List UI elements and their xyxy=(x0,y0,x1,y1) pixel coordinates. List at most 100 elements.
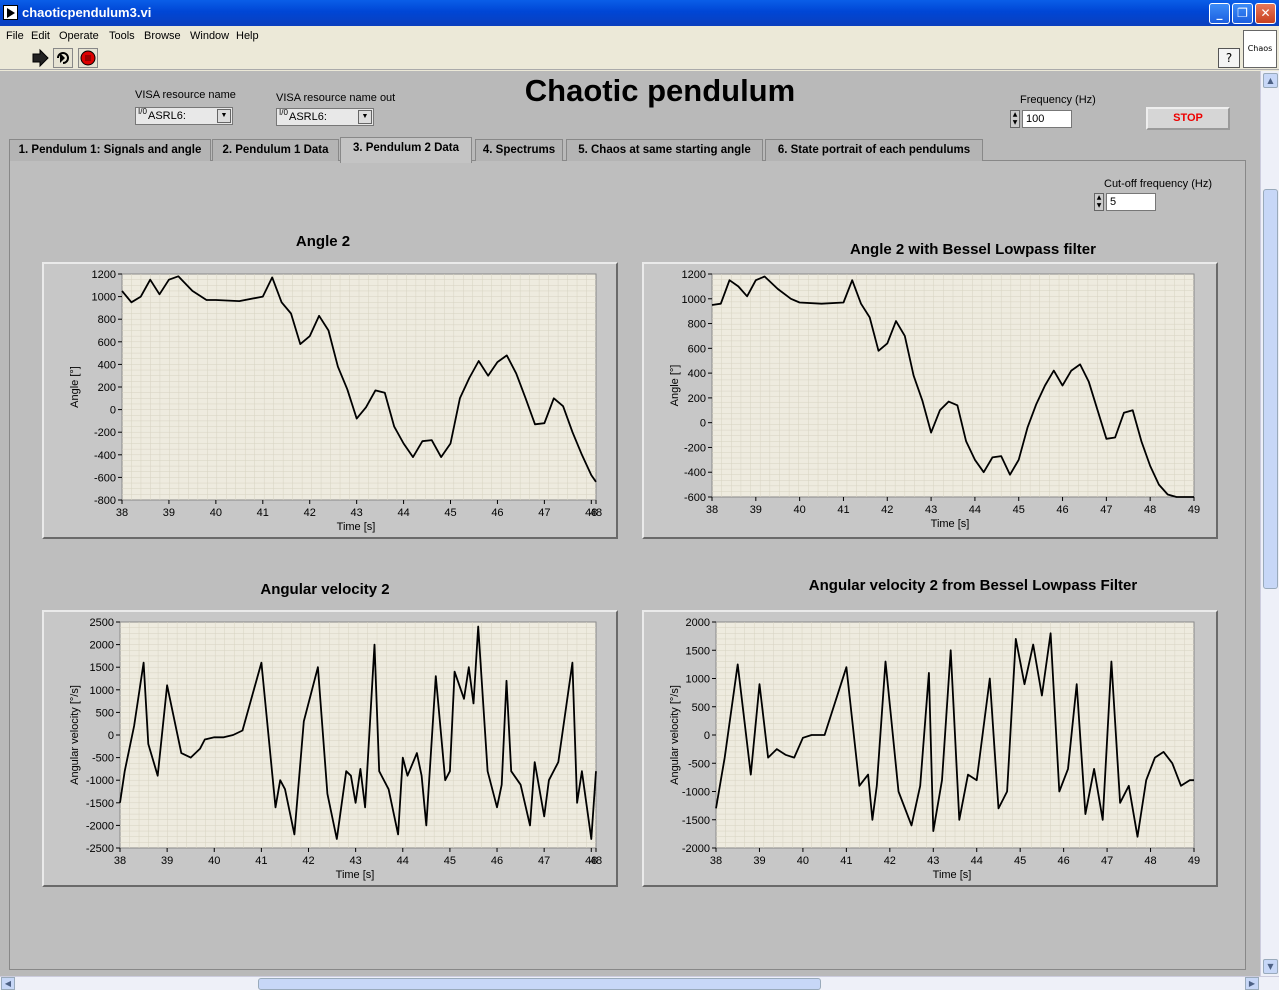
x-tick-label: 41 xyxy=(257,507,269,519)
y-tick-label: 2500 xyxy=(90,617,114,629)
y-tick-label: 400 xyxy=(688,368,706,380)
chart-angle-2[interactable]: 1200 1000 800 600 400 200 0 -200 -400 -600 -800 38 3… xyxy=(42,262,618,539)
tab-pendulum-1-signals[interactable]: 1. Pendulum 1: Signals and angle xyxy=(9,139,211,161)
abort-stop-icon xyxy=(80,50,96,66)
close-button[interactable]: ✕ xyxy=(1255,3,1276,24)
visa-resource-select[interactable]: I/0 ASRL6: ▼ xyxy=(135,107,233,125)
scroll-left-icon[interactable]: ◀ xyxy=(1,977,15,990)
x-tick-label: 41 xyxy=(255,855,267,867)
y-tick-label: -800 xyxy=(94,495,116,507)
menu-window[interactable]: Window xyxy=(190,30,229,42)
frequency-input[interactable]: 100 xyxy=(1022,110,1072,128)
y-tick-label: 0 xyxy=(700,418,706,430)
x-tick-label: 48 xyxy=(590,855,602,867)
x-tick-label: 49 xyxy=(1188,855,1200,867)
y-tick-label: -200 xyxy=(684,442,706,454)
run-arrow-icon xyxy=(32,48,49,68)
vertical-scrollbar[interactable]: ▲ ▼ xyxy=(1260,71,1279,976)
menu-bar: File Edit Operate Tools Browse Window He… xyxy=(0,26,1279,46)
x-tick-label: 41 xyxy=(837,504,849,516)
horizontal-scroll-thumb[interactable] xyxy=(258,978,821,990)
chart-angular-velocity-2[interactable]: 2500 2000 1500 1000 500 0 -500 -1000 -1500 -2000 -… xyxy=(42,610,618,887)
y-tick-label: 0 xyxy=(108,730,114,742)
x-tick-label: 44 xyxy=(971,855,983,867)
y-axis-label: Angle [°] xyxy=(669,365,681,407)
scroll-up-icon[interactable]: ▲ xyxy=(1263,73,1278,88)
vertical-scroll-thumb[interactable] xyxy=(1263,189,1278,589)
chart-title-angular-velocity-2-bessel: Angular velocity 2 from Bessel Lowpass F… xyxy=(808,577,1138,594)
run-button[interactable] xyxy=(30,48,50,68)
x-tick-label: 45 xyxy=(1014,855,1026,867)
tab-pendulum-1-data[interactable]: 2. Pendulum 1 Data xyxy=(212,139,339,161)
cutoff-label: Cut-off frequency (Hz) xyxy=(1104,178,1213,190)
x-axis-label: Time [s] xyxy=(933,869,972,881)
context-help-button[interactable]: ? xyxy=(1218,48,1240,68)
frequency-control[interactable]: ▲ ▼ 100 xyxy=(1010,110,1072,128)
x-tick-label: 44 xyxy=(397,855,409,867)
scroll-down-icon[interactable]: ▼ xyxy=(1263,959,1278,974)
menu-file[interactable]: File xyxy=(6,30,24,42)
x-tick-label: 49 xyxy=(1188,504,1200,516)
x-tick-label: 45 xyxy=(444,855,456,867)
x-tick-label: 47 xyxy=(538,507,550,519)
horizontal-scrollbar[interactable]: ◀ ▶ xyxy=(0,976,1279,990)
y-tick-label: 800 xyxy=(688,319,706,331)
run-continuously-button[interactable] xyxy=(53,48,73,68)
y-tick-label: 1500 xyxy=(686,645,710,657)
x-axis-label: Time [s] xyxy=(336,869,375,881)
x-tick-label: 39 xyxy=(161,855,173,867)
stop-button[interactable]: STOP xyxy=(1146,107,1230,130)
y-tick-label: 400 xyxy=(98,359,116,371)
menu-help[interactable]: Help xyxy=(236,30,259,42)
x-tick-label: 47 xyxy=(1100,504,1112,516)
abort-button[interactable] xyxy=(78,48,98,68)
menu-edit[interactable]: Edit xyxy=(31,30,50,42)
chevron-down-icon[interactable]: ▼ xyxy=(358,110,372,124)
x-tick-label: 48 xyxy=(590,507,602,519)
menu-tools[interactable]: Tools xyxy=(109,30,135,42)
cutoff-frequency-control[interactable]: ▲ ▼ 5 xyxy=(1094,193,1156,211)
spinner-arrows-icon[interactable]: ▲ ▼ xyxy=(1094,193,1104,211)
chart-angle-2-bessel[interactable]: 1200 1000 800 600 400 200 0 -200 -400 -600 38 39 40 4… xyxy=(642,262,1218,539)
y-tick-label: -1500 xyxy=(682,815,710,827)
restore-button[interactable]: ❐ xyxy=(1232,3,1253,24)
x-tick-label: 40 xyxy=(794,504,806,516)
menu-browse[interactable]: Browse xyxy=(144,30,181,42)
x-tick-label: 42 xyxy=(884,855,896,867)
y-tick-label: 1500 xyxy=(90,662,114,674)
tab-pendulum-2-data[interactable]: 3. Pendulum 2 Data xyxy=(340,137,472,163)
chart-angular-velocity-2-bessel[interactable]: 2000 1500 1000 500 0 -500 -1000 -1500 -2000 38 39 4… xyxy=(642,610,1218,887)
y-tick-label: -1500 xyxy=(86,798,114,810)
x-axis-label: Time [s] xyxy=(337,521,376,533)
y-tick-label: -500 xyxy=(688,758,710,770)
title-bar: chaoticpendulum3.vi _ ❐ ✕ xyxy=(0,0,1279,26)
menu-operate[interactable]: Operate xyxy=(59,30,99,42)
y-tick-label: 0 xyxy=(110,405,116,417)
spinner-arrows-icon[interactable]: ▲ ▼ xyxy=(1010,110,1020,128)
y-tick-label: -600 xyxy=(684,492,706,504)
x-tick-label: 42 xyxy=(881,504,893,516)
y-tick-label: -200 xyxy=(94,427,116,439)
cutoff-frequency-input[interactable]: 5 xyxy=(1106,193,1156,211)
tab-chaos-same-angle[interactable]: 5. Chaos at same starting angle xyxy=(566,139,763,161)
chart-title-angular-velocity-2: Angular velocity 2 xyxy=(260,581,390,598)
y-tick-label: 2000 xyxy=(90,640,114,652)
y-tick-label: 1000 xyxy=(682,294,706,306)
visa-resource-out-indicator[interactable]: I/0 ASRL6: ▼ xyxy=(276,108,374,126)
scroll-right-icon[interactable]: ▶ xyxy=(1245,977,1259,990)
y-tick-label: 1200 xyxy=(92,269,116,281)
vi-icon-chaos: Chaos xyxy=(1243,30,1277,68)
tab-state-portrait[interactable]: 6. State portrait of each pendulums xyxy=(765,139,983,161)
io-icon: I/0 xyxy=(279,108,288,117)
tab-spectrums[interactable]: 4. Spectrums xyxy=(475,139,563,161)
visa-out-value: ASRL6: xyxy=(289,111,327,123)
x-tick-label: 46 xyxy=(1058,855,1070,867)
x-tick-label: 44 xyxy=(969,504,981,516)
labview-run-icon xyxy=(3,5,18,20)
y-tick-label: 1200 xyxy=(682,269,706,281)
x-tick-label: 40 xyxy=(210,507,222,519)
chevron-down-icon[interactable]: ▼ xyxy=(217,109,231,123)
x-tick-label: 40 xyxy=(797,855,809,867)
minimize-button[interactable]: _ xyxy=(1209,3,1230,24)
x-tick-label: 41 xyxy=(840,855,852,867)
